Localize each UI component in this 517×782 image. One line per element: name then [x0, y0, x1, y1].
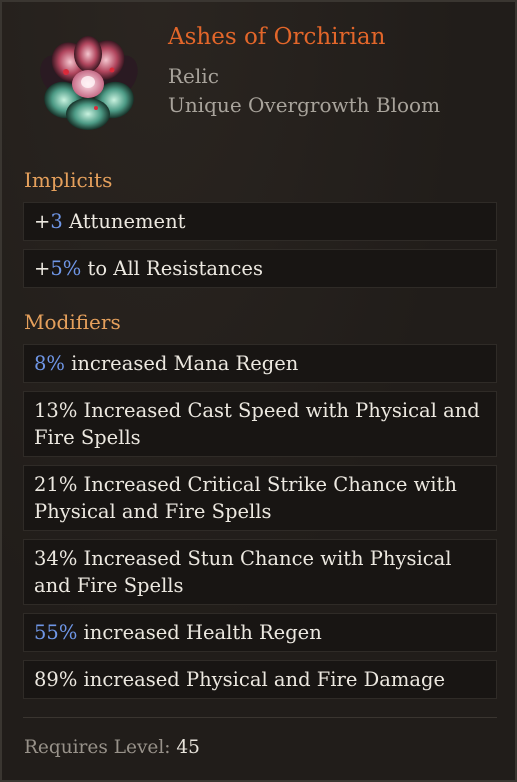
mod-text: 89% increased Physical and Fire Damage — [34, 666, 445, 693]
mod-description: Attunement — [62, 210, 186, 233]
mod-value: 3 — [50, 210, 63, 233]
modifier-mod: 55% increased Health Regen — [23, 613, 497, 652]
required-level: 45 — [176, 737, 200, 758]
modifier-mod: 34% Increased Stun Chance with Physical … — [23, 539, 497, 605]
modifier-mod: 13% Increased Cast Speed with Physical a… — [23, 391, 497, 457]
mod-description: Increased Cast Speed with Physical and F… — [34, 399, 480, 449]
mod-value: 5% — [50, 257, 82, 280]
mod-value: 55% — [34, 621, 78, 644]
mod-value-prefix: + — [34, 210, 51, 233]
modifier-mod: 21% Increased Critical Strike Chance wit… — [23, 465, 497, 531]
mod-description: Increased Stun Chance with Physical and … — [34, 547, 452, 597]
mod-text: 34% Increased Stun Chance with Physical … — [34, 545, 486, 599]
mod-value: 8% — [34, 352, 65, 375]
modifier-mod: 8% increased Mana Regen — [23, 344, 497, 383]
modifiers-title: Modifiers — [24, 310, 121, 334]
item-header: Ashes of Orchirian Relic Unique Overgrow… — [2, 2, 515, 152]
mod-value-prefix: + — [34, 257, 51, 280]
mod-value: 89% — [34, 668, 78, 691]
implicit-mod: +5% to All Resistances — [23, 249, 497, 288]
overgrowth-bloom-flower-icon — [40, 36, 138, 130]
mod-description: Increased Critical Strike Chance with Ph… — [34, 473, 457, 523]
mod-description: increased Health Regen — [77, 621, 322, 644]
item-type: Relic — [168, 64, 219, 88]
mod-value: 34% — [34, 547, 78, 570]
mod-text: 21% Increased Critical Strike Chance wit… — [34, 471, 486, 525]
mod-text: +5% to All Resistances — [34, 255, 263, 282]
mod-value: 21% — [34, 473, 78, 496]
requirement-line: Requires Level: 45 — [24, 737, 200, 758]
mod-description: increased Physical and Fire Damage — [77, 668, 445, 691]
mod-description: increased Mana Regen — [64, 352, 299, 375]
item-subtype: Unique Overgrowth Bloom — [168, 93, 441, 117]
mod-value: 13% — [34, 399, 78, 422]
implicit-mod: +3 Attunement — [23, 202, 497, 241]
mod-description: to All Resistances — [81, 257, 263, 280]
implicits-title: Implicits — [24, 168, 113, 192]
mod-text: +3 Attunement — [34, 208, 185, 235]
mod-text: 8% increased Mana Regen — [34, 350, 298, 377]
mod-text: 13% Increased Cast Speed with Physical a… — [34, 397, 486, 451]
item-name: Ashes of Orchirian — [168, 24, 386, 50]
item-tooltip: Ashes of Orchirian Relic Unique Overgrow… — [0, 0, 517, 782]
requirement-label: Requires Level: — [24, 737, 177, 758]
divider — [23, 717, 497, 718]
modifier-mod: 89% increased Physical and Fire Damage — [23, 660, 497, 699]
mod-text: 55% increased Health Regen — [34, 619, 322, 646]
